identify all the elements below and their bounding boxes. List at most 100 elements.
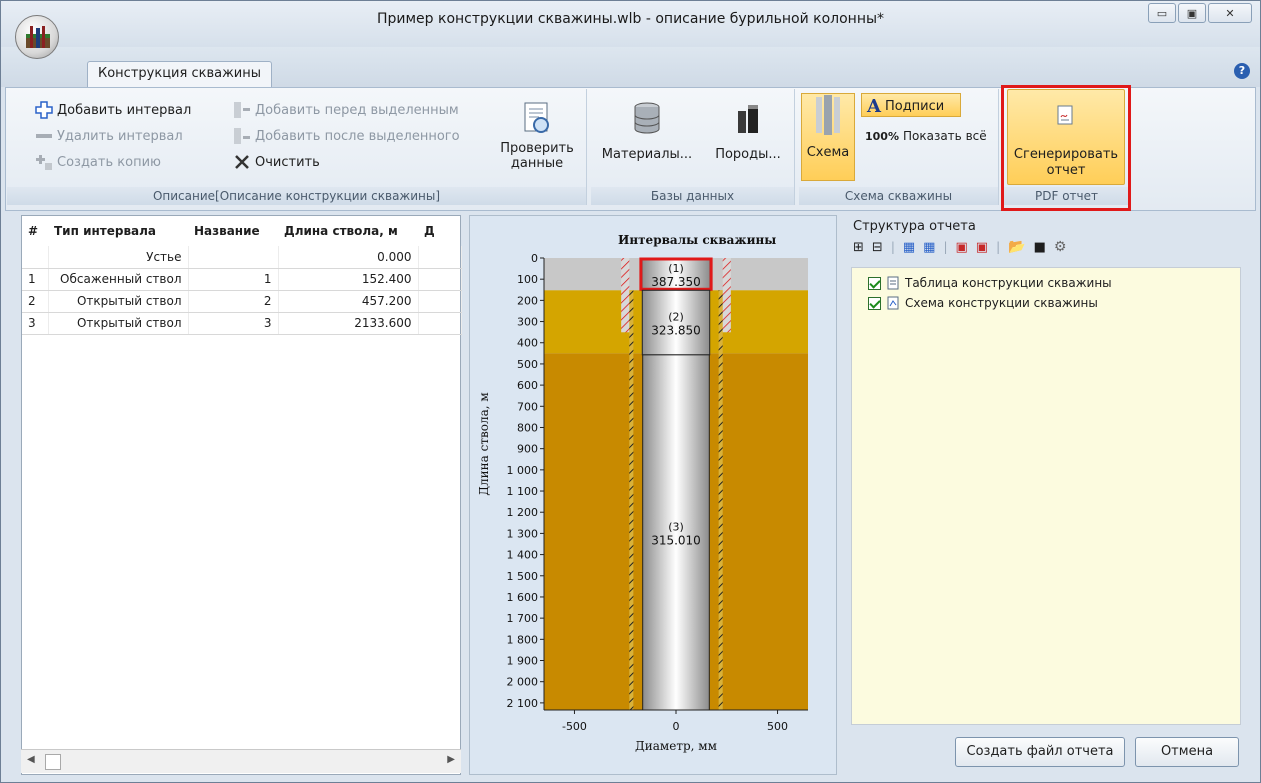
remove-item-icon[interactable]: ▣ — [976, 240, 988, 255]
table-row[interactable]: 1 Обсаженный ствол 1 152.400 — [22, 268, 462, 291]
cell-type[interactable]: Обсаженный ствол — [48, 268, 189, 291]
interval-diameter-label: 323.850 — [651, 324, 701, 338]
check-data-button[interactable]: Проверить данные — [495, 101, 579, 171]
cancel-button[interactable]: Отмена — [1135, 737, 1239, 767]
col-type-header[interactable]: Тип интервала — [48, 216, 188, 246]
report-structure-title: Структура отчета — [853, 219, 976, 234]
add-interval-label: Добавить интервал — [57, 102, 192, 118]
maximize-button[interactable]: ▣ — [1178, 3, 1206, 23]
tree-item-label: Таблица конструкции скважины — [905, 276, 1112, 290]
y-tick-label: 1 700 — [507, 612, 539, 625]
y-tick-label: 2 100 — [507, 697, 539, 710]
minimize-button[interactable]: ▭ — [1148, 3, 1176, 23]
horizontal-scrollbar[interactable]: ◀ ▶ — [21, 749, 461, 773]
x-tick-label: 500 — [767, 720, 788, 733]
tree-item[interactable]: Таблица конструкции скважины — [868, 276, 1112, 290]
tab-well-construction[interactable]: Конструкция скважины — [87, 61, 273, 87]
app-window: Пример конструкции скважины.wlb - описан… — [0, 0, 1261, 783]
scroll-left-icon[interactable]: ◀ — [27, 754, 35, 765]
cell-num: 1 — [22, 268, 49, 291]
cell-type[interactable]: Открытый ствол — [48, 290, 189, 313]
interval-label: (2) — [668, 311, 684, 324]
cell-d[interactable] — [418, 246, 462, 269]
delete-interval-button[interactable]: Удалить интервал — [35, 127, 183, 145]
scroll-thumb[interactable] — [45, 754, 61, 770]
table-row[interactable]: 3 Открытый ствол 3 2133.600 — [22, 312, 462, 335]
cell-length[interactable]: 457.200 — [278, 290, 419, 313]
cell-d[interactable] — [418, 312, 462, 335]
cell-type[interactable]: Устье — [48, 246, 189, 269]
move-up-icon[interactable]: ▦ — [903, 240, 915, 255]
rock-core-icon — [738, 105, 758, 133]
y-tick-label: 1 000 — [507, 464, 539, 477]
add-before-button[interactable]: Добавить перед выделенным — [233, 101, 459, 119]
col-name-header[interactable]: Название — [188, 216, 278, 246]
insert-after-icon — [234, 128, 250, 144]
open-folder-icon[interactable]: 📂 — [1008, 239, 1025, 255]
create-report-button[interactable]: Создать файл отчета — [955, 737, 1125, 767]
y-tick-label: 1 400 — [507, 549, 539, 562]
minus-icon — [36, 134, 52, 138]
y-tick-label: 600 — [517, 379, 538, 392]
expand-all-icon[interactable]: ⊞ — [853, 240, 864, 255]
tree-item-checkbox[interactable] — [868, 276, 881, 290]
tree-item[interactable]: Схема конструкции скважины — [868, 296, 1098, 310]
window-title: Пример конструкции скважины.wlb - описан… — [376, 11, 885, 27]
intervals-grid-panel: # Тип интервала Название Длина ствола, м… — [21, 215, 462, 775]
col-d-header[interactable]: Д — [418, 216, 462, 246]
cell-length[interactable]: 0.000 — [278, 246, 419, 269]
add-interval-button[interactable]: Добавить интервал — [35, 101, 191, 119]
create-copy-button[interactable]: Создать копию — [35, 153, 161, 171]
cell-name[interactable]: 2 — [188, 290, 279, 313]
add-item-icon[interactable]: ▣ — [956, 240, 968, 255]
title-bar: Пример конструкции скважины.wlb - описан… — [1, 1, 1260, 47]
tree-item-checkbox[interactable] — [868, 296, 881, 310]
delete-interval-label: Удалить интервал — [57, 128, 183, 144]
table-row[interactable]: Устье 0.000 — [22, 246, 462, 269]
save-icon[interactable]: ■ — [1034, 240, 1046, 255]
report-toolbar: ⊞ ⊟ | ▦ ▦ | ▣ ▣ | 📂 ■ ⚙ — [853, 239, 1066, 255]
group-caption-scheme: Схема скважины — [799, 187, 998, 205]
cell-type[interactable]: Открытый ствол — [48, 312, 189, 335]
add-after-label: Добавить после выделенного — [255, 128, 460, 144]
toolbar-separator: | — [943, 240, 948, 254]
conductor-wall-left — [621, 258, 630, 333]
app-menu-button[interactable] — [15, 15, 59, 59]
clear-icon — [235, 155, 249, 169]
labels-toggle[interactable]: A Подписи — [867, 96, 944, 117]
add-after-button[interactable]: Добавить после выделенного — [233, 127, 460, 145]
cell-d[interactable] — [418, 268, 462, 291]
table-header-row: # Тип интервала Название Длина ствола, м… — [22, 216, 462, 246]
toolbar-separator: | — [996, 240, 1001, 254]
labels-label: Подписи — [884, 99, 945, 114]
materials-button[interactable]: Материалы... — [597, 101, 697, 162]
y-tick-label: 400 — [517, 337, 538, 350]
y-tick-label: 300 — [517, 316, 538, 329]
scheme-toggle[interactable]: Схема — [801, 95, 855, 160]
show-all-label: Показать всё — [902, 129, 987, 143]
move-down-icon[interactable]: ▦ — [923, 240, 935, 255]
toolbar-separator: | — [890, 240, 895, 254]
col-length-header[interactable]: Длина ствола, м — [278, 216, 418, 246]
cell-d[interactable] — [418, 290, 462, 313]
add-before-label: Добавить перед выделенным — [255, 102, 459, 118]
collapse-all-icon[interactable]: ⊟ — [872, 240, 883, 255]
rocks-button[interactable]: Породы... — [705, 101, 791, 162]
scheme-label: Схема — [806, 145, 850, 160]
copy-plus-icon — [36, 155, 52, 170]
cell-num: 2 — [22, 290, 49, 313]
cell-name[interactable] — [188, 246, 279, 269]
cell-name[interactable]: 3 — [188, 312, 279, 335]
settings-icon[interactable]: ⚙ — [1054, 239, 1067, 255]
clear-button[interactable]: Очистить — [233, 153, 320, 171]
help-icon[interactable]: ? — [1234, 63, 1250, 79]
col-num-header[interactable]: # — [22, 216, 48, 246]
show-all-button[interactable]: 100% Показать всё — [865, 129, 987, 143]
scroll-right-icon[interactable]: ▶ — [447, 754, 455, 765]
close-button[interactable]: ✕ — [1208, 3, 1252, 23]
cell-name[interactable]: 1 — [188, 268, 279, 291]
cell-length[interactable]: 152.400 — [278, 268, 419, 291]
cell-length[interactable]: 2133.600 — [278, 312, 419, 335]
intervals-table: # Тип интервала Название Длина ствола, м… — [22, 216, 462, 335]
table-row[interactable]: 2 Открытый ствол 2 457.200 — [22, 290, 462, 313]
